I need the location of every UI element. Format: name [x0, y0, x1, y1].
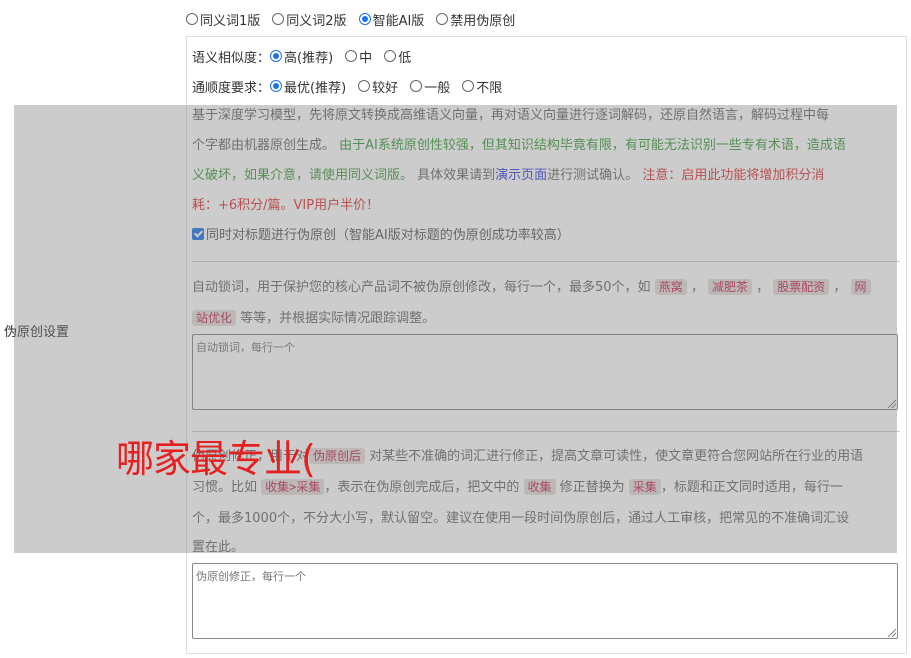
tag-example: 减肥茶: [707, 279, 752, 295]
fluency-row: 通顺度要求： 最优(推荐) 较好 一般 不限: [192, 76, 514, 96]
mode-option-synonym2[interactable]: 同义词2版: [272, 10, 347, 29]
radio-icon[interactable]: [272, 13, 285, 25]
watermark-text: 哪家最专业(: [116, 437, 316, 481]
radio-icon[interactable]: [345, 50, 358, 62]
radio-icon[interactable]: [384, 50, 397, 62]
similarity-medium[interactable]: 中: [345, 47, 372, 66]
demo-page-link[interactable]: 演示页面: [495, 168, 547, 183]
radio-icon[interactable]: [462, 80, 475, 92]
radio-icon[interactable]: [436, 13, 449, 25]
fix-words-textarea[interactable]: 伪原创修正，每行一个: [192, 563, 898, 639]
textarea-placeholder: 自动锁词，每行一个: [196, 341, 295, 354]
tag-example: 燕窝: [654, 279, 687, 295]
tag-example: 网: [850, 279, 871, 295]
fix-desc-line3: 个，最多1000个，不分大小写，默认留空。建议在使用一段时间伪原创后，通过人工审…: [192, 511, 850, 526]
rewrite-mode-group: 同义词1版 同义词2版 智能AI版 禁用伪原创: [186, 9, 527, 29]
section-label: 伪原创设置: [4, 325, 70, 340]
lock-desc-line1: 自动锁词，用于保护您的核心产品词不被伪原创修改，每行一个，最多50个，如 燕窝 …: [192, 272, 902, 303]
fluency-label: 通顺度要求：: [192, 80, 271, 96]
lock-words-textarea[interactable]: 自动锁词，每行一个: [192, 334, 898, 410]
similarity-label: 语义相似度：: [192, 50, 271, 66]
tag-example: 站优化: [192, 310, 237, 326]
radio-icon[interactable]: [358, 80, 371, 92]
radio-icon[interactable]: [186, 13, 198, 25]
lock-desc-line2: 站优化 等等，并根据实际情况跟踪调整。: [192, 303, 902, 334]
mode-option-synonym1[interactable]: 同义词1版: [186, 10, 260, 29]
checkbox-checked-icon[interactable]: [192, 228, 204, 240]
fluency-any[interactable]: 不限: [462, 77, 502, 96]
similarity-high[interactable]: 高(推荐): [270, 47, 333, 66]
radio-checked-icon[interactable]: [270, 50, 283, 62]
ai-desc-line2: 个字都由机器原创生成。 由于AI系统原创性较强，但其知识结构毕竟有限，有可能无法…: [192, 138, 846, 153]
code-example: 采集: [628, 479, 661, 495]
resize-grip-icon[interactable]: [888, 400, 896, 408]
fix-desc-line4: 置在此。: [192, 540, 245, 555]
ai-desc-line3: 义破坏，如果介意，请使用同义词版。 具体效果请到演示页面进行测试确认。 注意：启…: [192, 168, 825, 183]
mode-option-disable[interactable]: 禁用伪原创: [436, 10, 515, 29]
ai-desc-line4: 耗：+6积分/篇。VIP用户半价！: [192, 198, 380, 213]
radio-icon[interactable]: [410, 80, 423, 92]
resize-grip-icon[interactable]: [888, 629, 896, 637]
panel-divider: [186, 653, 905, 654]
fluency-good[interactable]: 较好: [358, 77, 398, 96]
code-example: 收集: [523, 479, 556, 495]
tag-example: 股票配资: [773, 279, 830, 295]
fluency-best[interactable]: 最优(推荐): [270, 77, 346, 96]
title-rewrite-option[interactable]: 同时对标题进行伪原创（智能AI版对标题的伪原创成功率较高）: [192, 221, 902, 251]
code-example: 伪原创后: [309, 448, 366, 464]
mode-option-ai[interactable]: 智能AI版: [358, 10, 424, 29]
similarity-row: 语义相似度： 高(推荐) 中 低: [192, 46, 423, 66]
ai-desc-line1: 基于深度学习模型，先将原文转换成高维语义向量，再对语义向量进行逐词解码，还原自然…: [192, 108, 830, 123]
radio-checked-icon[interactable]: [270, 80, 283, 92]
divider: [192, 261, 900, 262]
radio-checked-icon[interactable]: [358, 13, 371, 25]
fluency-normal[interactable]: 一般: [410, 77, 450, 96]
textarea-placeholder: 伪原创修正，每行一个: [196, 570, 306, 583]
similarity-low[interactable]: 低: [384, 47, 411, 66]
